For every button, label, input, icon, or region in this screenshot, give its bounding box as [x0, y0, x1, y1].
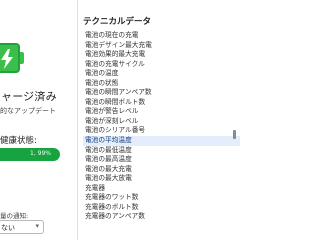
scrollbar-thumb[interactable] [233, 130, 236, 139]
list-item[interactable]: 電池の瞬間ボルト数 [83, 98, 240, 108]
battery-panel: ャージ済み 的なアップデート 健康状態: 1, 99% 量の通知: ない ▾ [0, 0, 75, 240]
charge-status: ャージ済み [1, 90, 57, 103]
list-item[interactable]: 電池の現在の充電 [83, 31, 240, 41]
battery-tip [20, 52, 24, 64]
list-item[interactable]: 電池の最低温度 [83, 146, 240, 156]
list-item[interactable]: 電池の最大放電 [83, 174, 240, 184]
list-item[interactable]: 電池効果的最大充電 [83, 50, 240, 60]
health-label: 健康状態: [0, 136, 37, 146]
list-item[interactable]: 電池の状態 [83, 79, 240, 89]
technical-data-panel: テクニカルデータ 電池の現在の充電 電池デザイン最大充電 電池効果的最大充電 電池の充… [83, 0, 240, 240]
notify-select[interactable]: ない ▾ [0, 220, 44, 234]
update-text: 的なアップデート [0, 107, 56, 115]
list-item[interactable]: 電池デザイン最大充電 [83, 41, 240, 51]
list-item[interactable]: 電池の平均温度 [83, 136, 240, 146]
health-bar: 1, 99% [0, 148, 60, 161]
notify-select-value: ない [1, 224, 15, 232]
list-item[interactable]: 充電器のアンペア数 [83, 212, 240, 222]
list-item[interactable]: 充電器のボルト数 [83, 203, 240, 213]
panel-divider [77, 0, 78, 240]
technical-data-header: テクニカルデータ [83, 17, 152, 27]
notify-label: 量の通知: [0, 212, 29, 220]
health-value: 1, 99% [30, 150, 51, 157]
list-item[interactable]: 電池の最大充電 [83, 165, 240, 175]
list-item[interactable]: 電池の瞬間アンペア数 [83, 88, 240, 98]
list-item[interactable]: 電池の最高温度 [83, 155, 240, 165]
chevron-down-icon: ▾ [35, 222, 39, 230]
lightning-bolt-icon [1, 49, 13, 69]
list-item[interactable]: 充電器 [83, 184, 240, 194]
list-item[interactable]: 電池のシリアル番号 [83, 126, 240, 136]
list-item[interactable]: 充電器のワット数 [83, 193, 240, 203]
technical-data-list: 電池の現在の充電 電池デザイン最大充電 電池効果的最大充電 電池の充電サイクル 電池の温… [83, 31, 240, 222]
list-item[interactable]: 電池の充電サイクル [83, 60, 240, 70]
list-item[interactable]: 電池の温度 [83, 69, 240, 79]
list-item[interactable]: 電池が警告レベル [83, 107, 240, 117]
